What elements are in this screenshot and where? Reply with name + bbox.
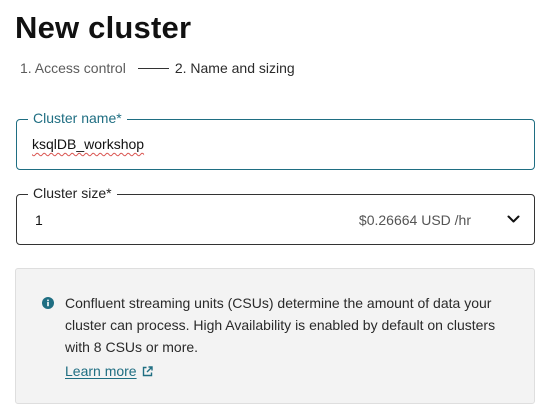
learn-more-link[interactable]: Learn more [65,363,153,379]
page-title: New cluster [15,10,192,45]
cluster-price: $0.26664 USD /hr [358,212,471,228]
cluster-size-value: 1 [35,212,43,228]
external-link-icon [142,365,153,376]
csu-info-callout: Confluent streaming units (CSUs) determi… [15,268,535,404]
info-text: Confluent streaming units (CSUs) determi… [65,295,496,355]
stepper: 1. Access control 2. Name and sizing [20,60,295,76]
info-icon [42,297,54,309]
cluster-name-field[interactable]: Cluster name* ksqlDB_workshop [16,109,535,170]
learn-more-label: Learn more [65,363,137,379]
step-name-and-sizing: 2. Name and sizing [174,60,295,76]
cluster-name-input[interactable]: ksqlDB_workshop [32,136,144,152]
step-connector [137,67,169,69]
cluster-size-label: Cluster size* [28,184,117,202]
chevron-down-icon[interactable] [507,214,520,224]
cluster-name-label: Cluster name* [28,109,127,127]
cluster-size-select[interactable]: Cluster size* 1 $0.26664 USD /hr [16,184,535,245]
step-access-control[interactable]: 1. Access control [20,60,126,76]
